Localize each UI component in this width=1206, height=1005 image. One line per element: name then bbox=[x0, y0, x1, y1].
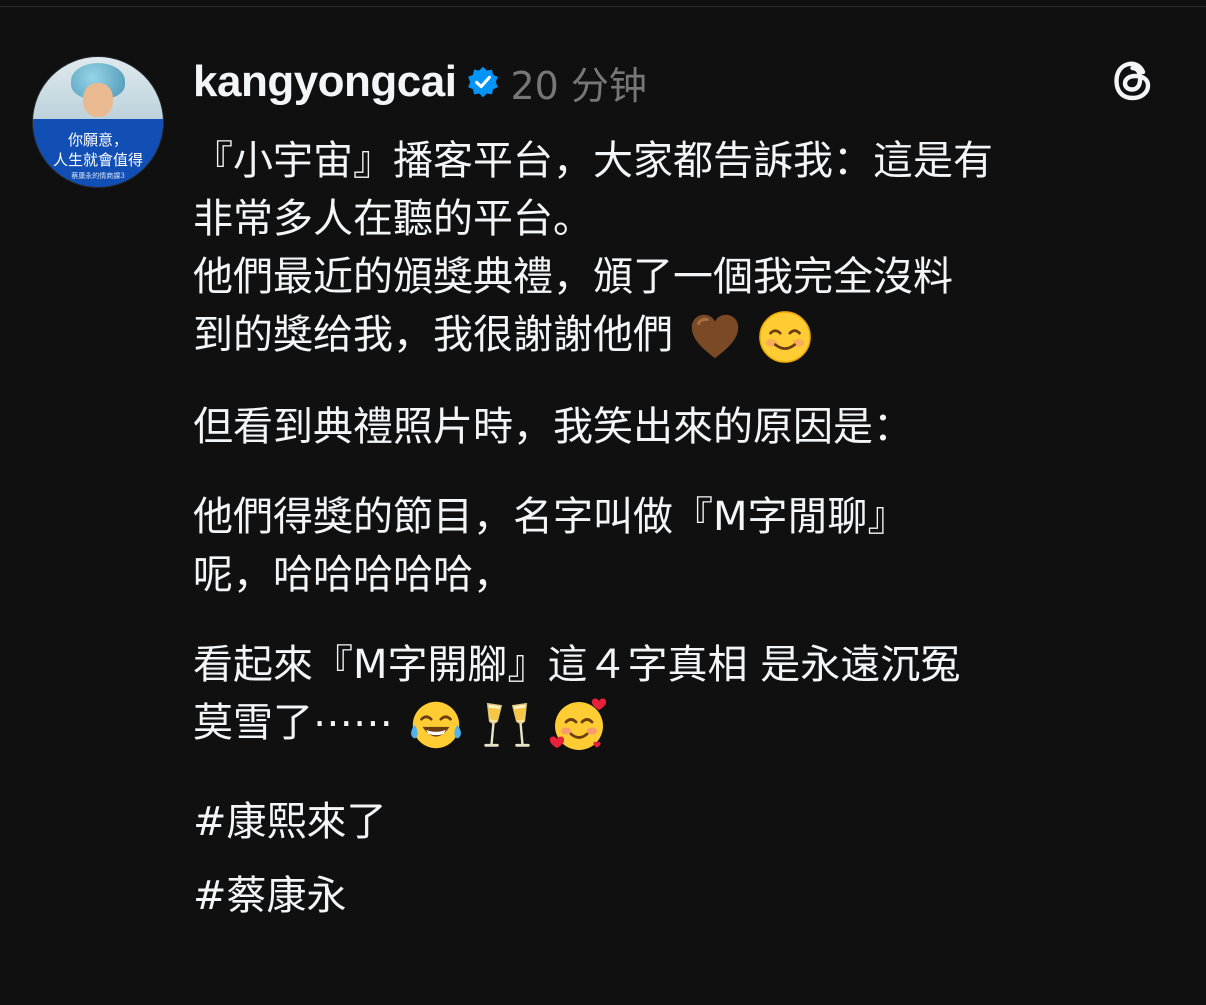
threads-logo-icon[interactable] bbox=[1108, 56, 1158, 106]
avatar-caption-line-3: 蔡康永的情商課3 bbox=[71, 172, 125, 180]
verified-badge-icon bbox=[468, 66, 499, 98]
post-text-line: 『小宇宙』播客平台，大家都告訴我：這是有 bbox=[193, 138, 993, 184]
smiling-face-icon bbox=[759, 311, 812, 363]
post-text-line: 但看到典禮照片時，我笑出來的原因是： bbox=[193, 404, 913, 450]
face-image bbox=[83, 83, 113, 117]
avatar[interactable]: 你願意， 人生就會值得 蔡康永的情商課3 bbox=[32, 56, 164, 188]
post-text-line: 他們最近的頒獎典禮，頒了一個我完全沒料 bbox=[193, 254, 953, 300]
post-paragraph: 但看到典禮照片時，我笑出來的原因是： bbox=[193, 398, 1183, 456]
post-header: kangyongcai 20 分钟 bbox=[193, 54, 647, 110]
avatar-caption-line-2: 人生就會值得 bbox=[52, 151, 143, 169]
champagne-glasses-icon bbox=[484, 702, 531, 747]
hashtag-list: #康熙來了 #蔡康永 bbox=[193, 787, 1183, 935]
post-paragraph: 『小宇宙』播客平台，大家都告訴我：這是有 非常多人在聽的平台。 他們最近的頒獎典… bbox=[193, 132, 1183, 366]
username-link[interactable]: kangyongcai bbox=[193, 57, 457, 107]
tears-of-joy-icon bbox=[410, 701, 461, 749]
post-text-line: 呢，哈哈哈哈哈， bbox=[193, 552, 513, 598]
post-text-line: 非常多人在聽的平台。 bbox=[193, 196, 593, 242]
smiling-face-with-hearts-icon bbox=[550, 698, 607, 750]
top-divider bbox=[0, 6, 1206, 7]
brown-heart-icon bbox=[691, 314, 738, 359]
hashtag-link[interactable]: #蔡康永 bbox=[193, 861, 1183, 935]
post-text-line: 他們得獎的節目，名字叫做『M字閒聊』 bbox=[193, 494, 908, 540]
post-paragraph: 他們得獎的節目，名字叫做『M字閒聊』 呢，哈哈哈哈哈， bbox=[193, 488, 1183, 604]
hashtag-link[interactable]: #康熙來了 bbox=[193, 787, 1183, 861]
post-text-line: 莫雪了⋯⋯ bbox=[193, 700, 393, 746]
post-paragraph: 看起來『M字開腳』這４字真相 是永遠沉冤 莫雪了⋯⋯ bbox=[193, 636, 1183, 755]
post-text-line: 看起來『M字開腳』這４字真相 是永遠沉冤 bbox=[193, 642, 961, 688]
post-text-line: 到的獎给我，我很謝謝他們 bbox=[193, 312, 673, 358]
post-timestamp: 20 分钟 bbox=[510, 63, 647, 108]
post-body: 『小宇宙』播客平台，大家都告訴我：這是有 非常多人在聽的平台。 他們最近的頒獎典… bbox=[193, 132, 1183, 935]
avatar-caption-line-1: 你願意， bbox=[67, 131, 128, 149]
